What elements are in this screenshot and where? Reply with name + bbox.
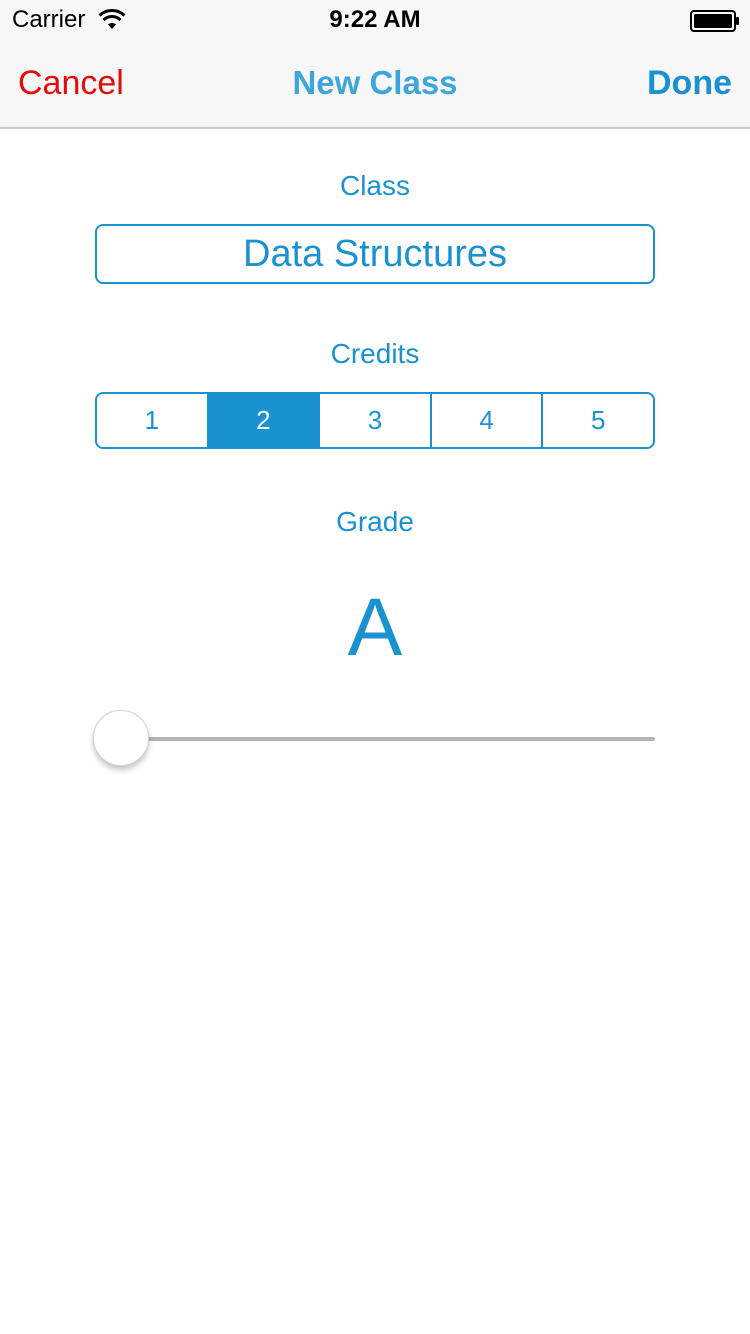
done-button[interactable]: Done	[647, 64, 732, 103]
credits-segment-3[interactable]: 3	[320, 394, 432, 447]
top-bar: Carrier 9:22 AM Cancel New Class Done	[0, 0, 750, 129]
grade-label: Grade	[336, 506, 414, 537]
grade-value: A	[347, 582, 403, 673]
new-class-screen: Carrier 9:22 AM Cancel New Class Done Cl…	[0, 0, 750, 1334]
class-label: Class	[339, 170, 410, 201]
credits-label: Credits	[330, 338, 420, 369]
credits-segment-1[interactable]: 1	[97, 394, 209, 447]
grade-slider[interactable]	[93, 710, 655, 768]
credits-segment-5[interactable]: 5	[543, 394, 653, 447]
slider-track	[95, 737, 655, 741]
navigation-bar: Cancel New Class Done	[0, 40, 750, 128]
page-title: New Class	[292, 64, 458, 101]
status-time: 9:22 AM	[329, 6, 421, 33]
battery-full-icon	[690, 10, 739, 32]
status-bar: Carrier 9:22 AM	[0, 0, 750, 40]
class-name-field[interactable]	[95, 224, 655, 284]
slider-thumb[interactable]	[93, 710, 149, 766]
credits-segmented-control: 1 2 3 4 5	[95, 392, 655, 449]
credits-segment-2[interactable]: 2	[208, 394, 321, 447]
credits-segment-4[interactable]: 4	[432, 394, 544, 447]
